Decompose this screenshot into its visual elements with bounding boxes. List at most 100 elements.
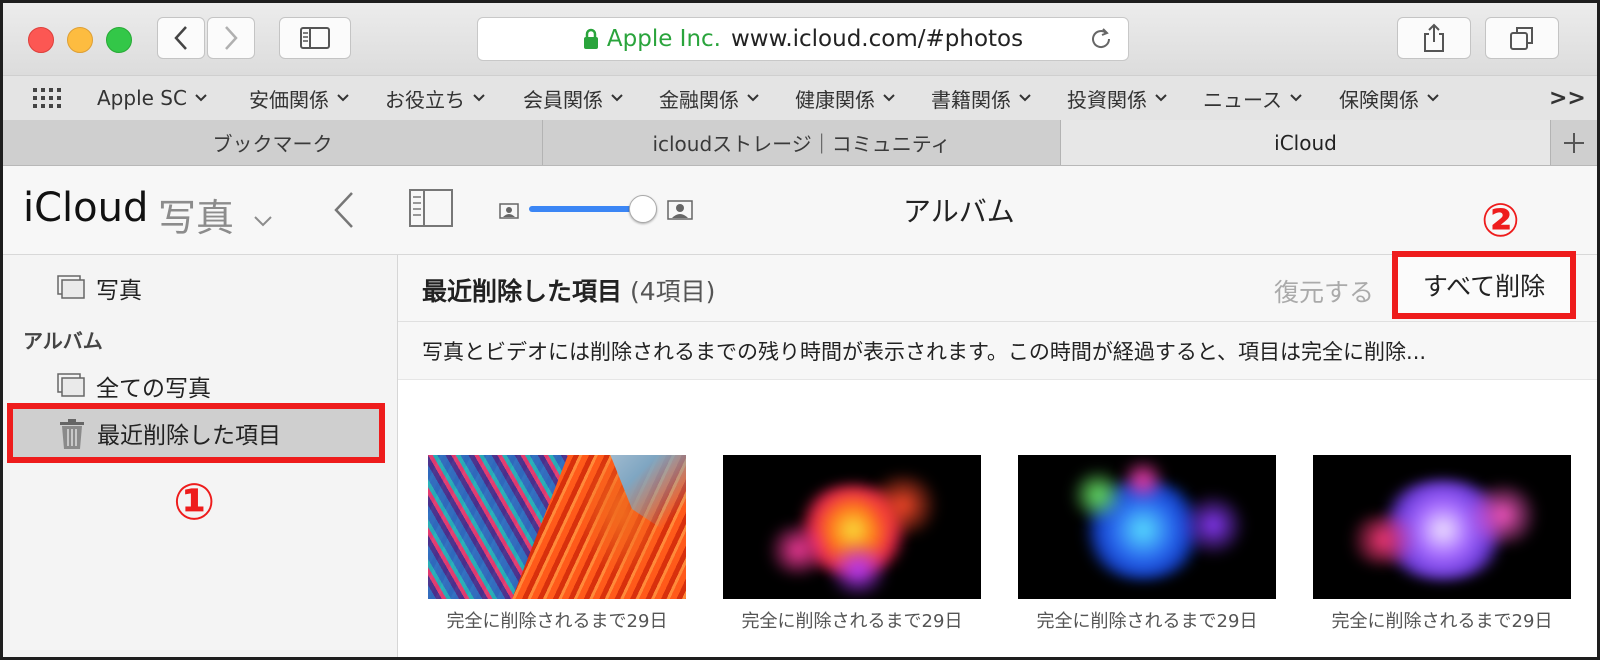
albums-sidebar: 写真 アルバム 全ての写真 最近削除した項目 ① — [3, 255, 398, 657]
favorite-folder[interactable]: ニュース — [1203, 76, 1302, 120]
reload-icon[interactable] — [1088, 26, 1114, 52]
share-button[interactable] — [1397, 17, 1471, 59]
chevron-right-icon — [225, 26, 238, 50]
minimize-window-button[interactable] — [67, 27, 93, 53]
favorite-folder[interactable]: 安価関係 — [249, 76, 349, 120]
burst-blob — [1118, 460, 1168, 500]
chevron-down-icon — [1290, 94, 1302, 102]
trash-icon — [60, 419, 84, 449]
sidebar-icon[interactable] — [409, 189, 453, 227]
burst-blob — [823, 545, 893, 595]
sidebar-item-photos[interactable]: 写真 — [3, 265, 397, 311]
favorite-folder[interactable]: 会員関係 — [523, 76, 623, 120]
photos-app-header: iCloud 写真 アルバム — [3, 166, 1597, 255]
address-bar[interactable]: Apple Inc. www.icloud.com/#photos — [477, 17, 1129, 61]
favorite-label: 金融関係 — [659, 87, 739, 112]
chevron-down-icon — [473, 94, 485, 102]
zoom-slider[interactable] — [529, 195, 657, 223]
photo-thumbnail[interactable] — [723, 455, 981, 599]
favorite-label: 保険関係 — [1339, 87, 1419, 112]
burst-blob — [1343, 515, 1423, 565]
tab-icloud[interactable]: iCloud — [1061, 120, 1551, 165]
close-window-button[interactable] — [28, 27, 54, 53]
favorite-folder[interactable]: 保険関係 — [1339, 76, 1439, 120]
chevron-down-icon — [1427, 94, 1439, 102]
chevron-down-icon — [1155, 94, 1167, 102]
album-title: 最近削除した項目 (4項目) — [422, 272, 715, 308]
view-title: アルバム — [903, 195, 1015, 228]
favorite-label: 健康関係 — [795, 87, 875, 112]
favorite-folder[interactable]: 健康関係 — [795, 76, 895, 120]
thumbnail-caption: 完全に削除されるまで29日 — [741, 611, 963, 632]
annotation-step-2: ② — [1481, 193, 1520, 247]
zoom-slider-knob[interactable] — [629, 195, 657, 223]
thumbnail-caption: 完全に削除されるまで29日 — [1036, 611, 1258, 632]
tab-label: icloudストレージ｜コミュニティ — [652, 132, 951, 156]
address-url: www.icloud.com/#photos — [731, 26, 1024, 52]
item-count: (4項目) — [630, 277, 716, 306]
favorite-folder[interactable]: Apple SC — [97, 76, 207, 120]
tab-bookmarks[interactable]: ブックマーク — [3, 120, 543, 165]
grid-icon[interactable] — [32, 86, 62, 110]
photo-thumbnail[interactable] — [1313, 455, 1571, 599]
photo-thumbnail[interactable] — [428, 455, 686, 599]
tab-icloud-storage-community[interactable]: icloudストレージ｜コミュニティ — [543, 120, 1061, 165]
restore-button[interactable]: 復元する — [1274, 273, 1374, 309]
chevron-down-icon — [254, 215, 272, 226]
thumbnail-caption: 完全に削除されるまで29日 — [446, 611, 668, 632]
photos-stack-icon — [57, 373, 85, 397]
favorite-folder[interactable]: お役立ち — [385, 76, 485, 120]
chevron-down-icon — [747, 94, 759, 102]
annotation-step-1: ① — [173, 473, 216, 531]
plus-icon — [1564, 132, 1584, 153]
chevron-down-icon — [1019, 94, 1031, 102]
favorite-folder[interactable]: 書籍関係 — [931, 76, 1031, 120]
favorite-folder[interactable]: 金融関係 — [659, 76, 759, 120]
tab-label: iCloud — [1274, 130, 1337, 155]
deletion-notice-text: 写真とビデオには削除されるまでの残り時間が表示されます。この時間が経過すると、項… — [422, 339, 1427, 364]
delete-all-button[interactable]: すべて削除 — [1392, 251, 1576, 319]
tab-label: ブックマーク — [212, 132, 333, 156]
chevron-down-icon — [195, 94, 207, 102]
favorite-label: 書籍関係 — [931, 87, 1011, 112]
sidebar-item-label: 最近削除した項目 — [97, 423, 281, 449]
favorite-label: お役立ち — [385, 87, 465, 112]
favorite-label: 安価関係 — [249, 87, 329, 112]
chevron-down-icon — [337, 94, 349, 102]
deletion-notice: 写真とビデオには削除されるまでの残り時間が表示されます。この時間が経過すると、項… — [398, 322, 1597, 380]
chevron-left-icon — [174, 26, 187, 50]
favorite-label: ニュース — [1203, 87, 1282, 112]
small-photo-icon — [499, 203, 519, 219]
album-header: 最近削除した項目 (4項目) 復元する すべて削除 — [398, 251, 1597, 322]
forward-button[interactable] — [207, 17, 255, 59]
tabs-overview-button[interactable] — [1485, 17, 1559, 59]
sidebar-icon — [300, 27, 330, 49]
burst-blob — [863, 475, 943, 535]
album-name: 最近削除した項目 — [422, 277, 623, 306]
chevron-down-icon — [883, 94, 895, 102]
app-switcher[interactable]: 写真 — [158, 187, 272, 242]
thumbnail-caption: 完全に削除されるまで29日 — [1331, 611, 1553, 632]
app-name: 写真 — [158, 196, 235, 240]
browser-window: Apple Inc. www.icloud.com/#photos Apple … — [0, 0, 1600, 660]
burst-blob — [1463, 485, 1543, 545]
large-photo-icon — [667, 200, 693, 220]
sidebar-toggle-button[interactable] — [279, 17, 351, 59]
tabs-icon — [1510, 27, 1533, 50]
back-button[interactable] — [157, 17, 205, 59]
photo-thumbnail[interactable] — [1018, 455, 1276, 599]
title-bar: Apple Inc. www.icloud.com/#photos — [3, 3, 1597, 75]
burst-blob — [1178, 495, 1248, 555]
zoom-window-button[interactable] — [106, 27, 132, 53]
share-icon — [1424, 23, 1444, 52]
new-tab-button[interactable] — [1550, 120, 1597, 165]
favorite-label: 投資関係 — [1067, 87, 1147, 112]
sidebar-item-label: 全ての写真 — [96, 376, 211, 402]
zoom-slider-track — [529, 206, 645, 212]
sidebar-item-recently-deleted[interactable]: 最近削除した項目 — [7, 403, 385, 463]
favorite-folder[interactable]: 投資関係 — [1067, 76, 1167, 120]
favorites-overflow-button[interactable]: >> — [1549, 76, 1586, 120]
icloud-logo-text: iCloud — [23, 185, 149, 231]
chevron-left-icon[interactable] — [333, 191, 355, 229]
photos-stack-icon — [57, 275, 85, 299]
